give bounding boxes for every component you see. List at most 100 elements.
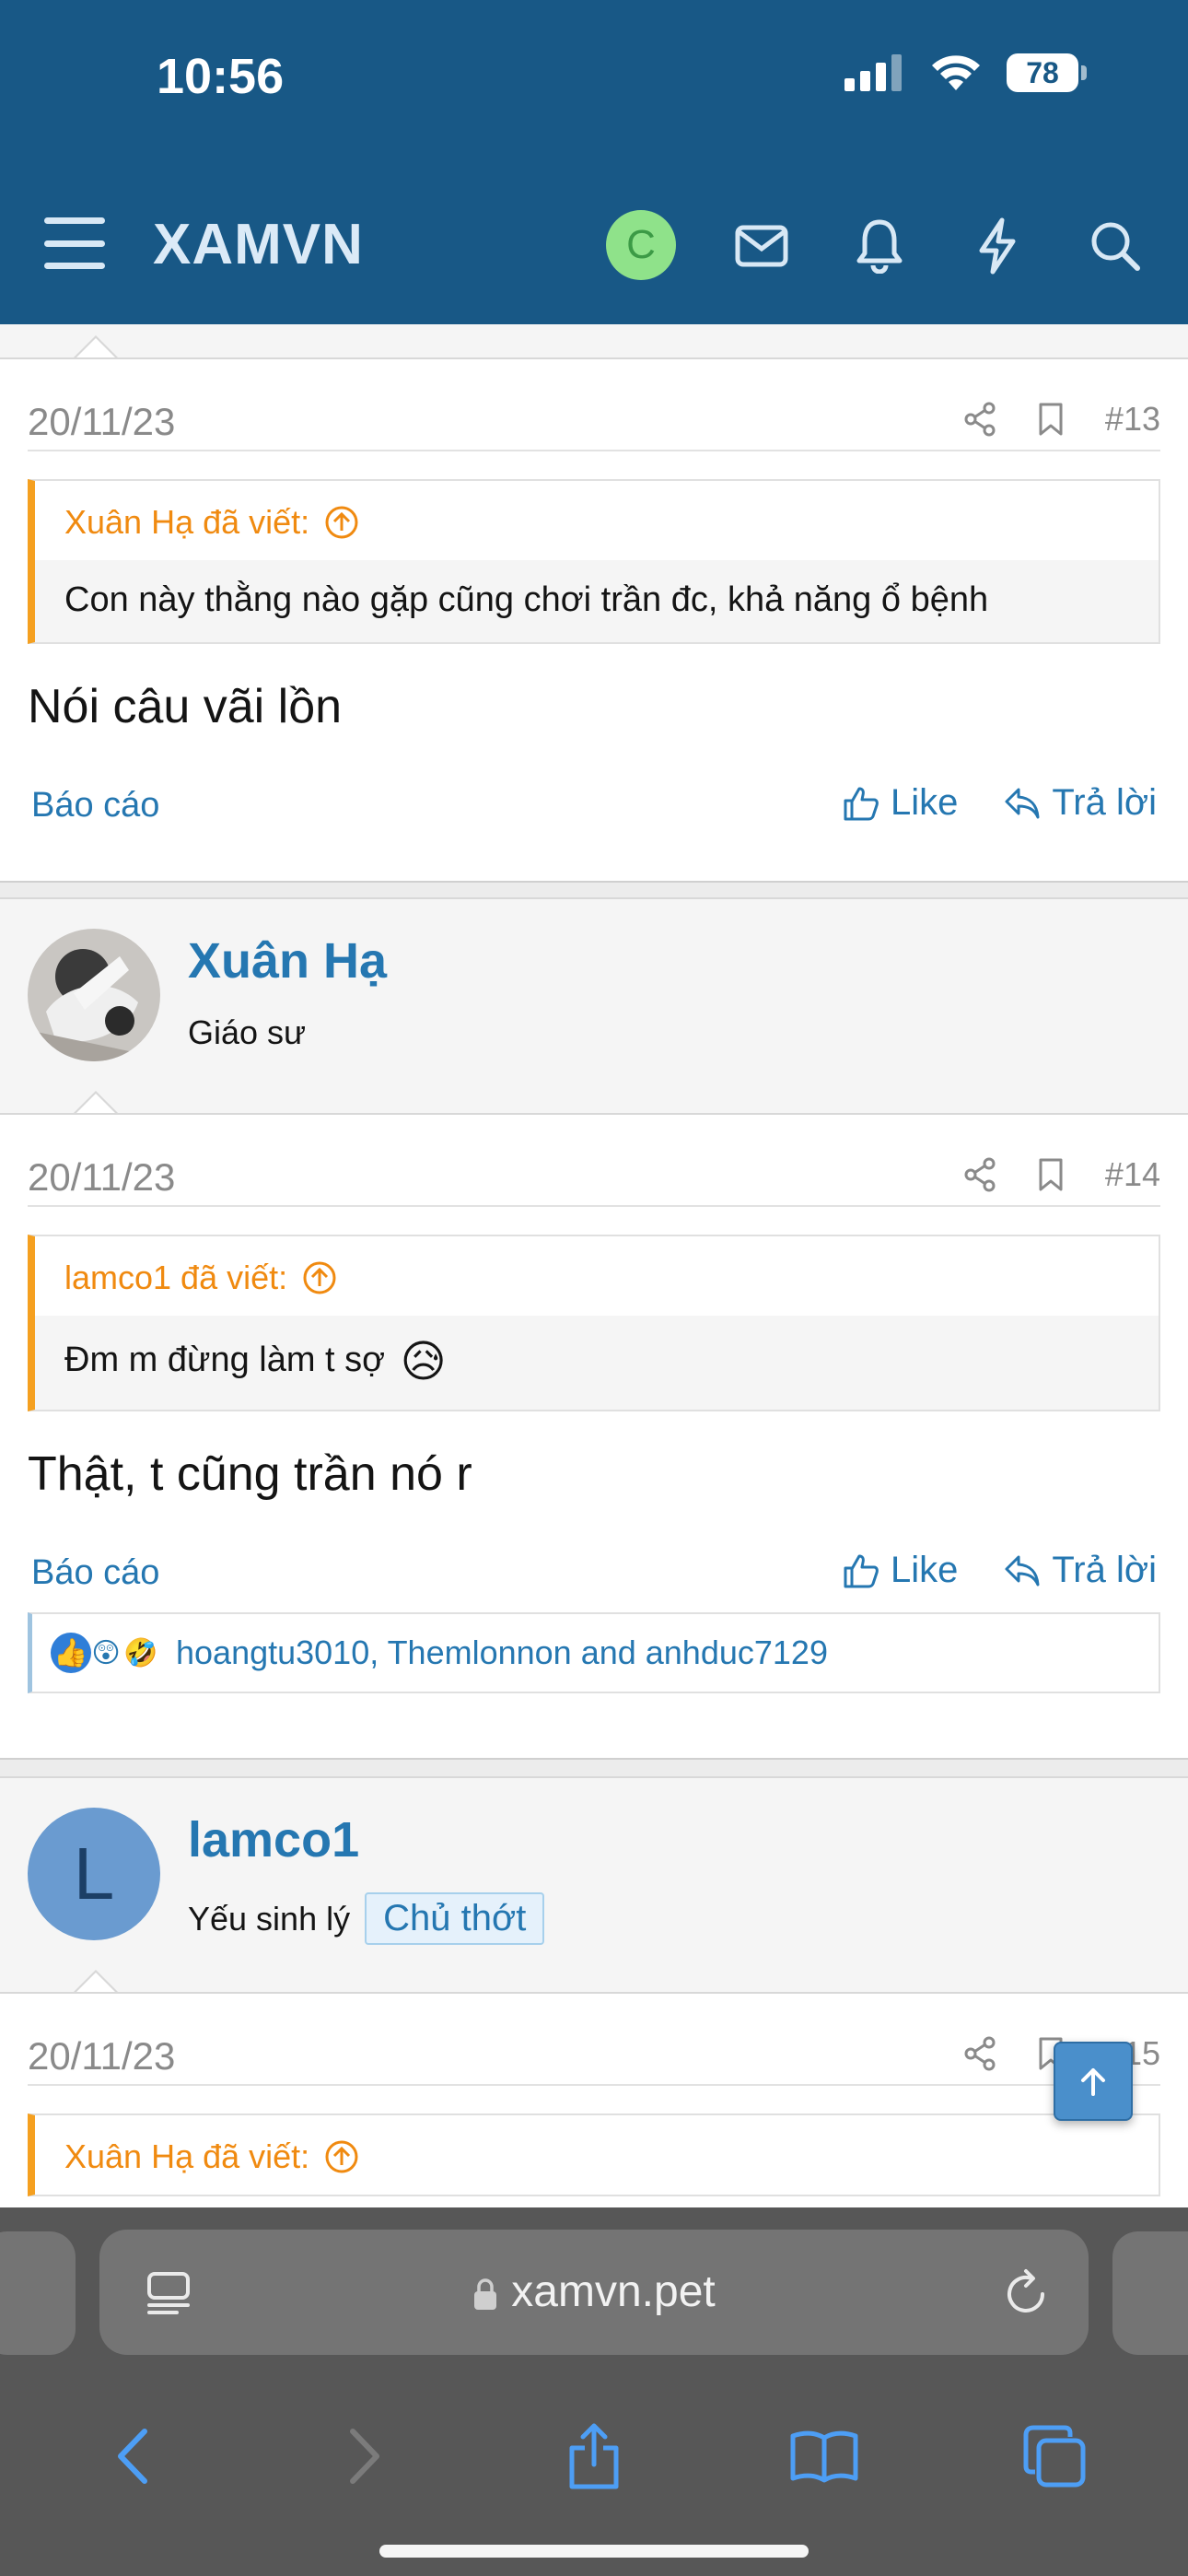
book-icon bbox=[790, 2430, 858, 2483]
post-date[interactable]: 20/11/23 bbox=[28, 400, 175, 444]
lightning-icon[interactable] bbox=[965, 214, 1030, 278]
thumbs-up-icon bbox=[844, 787, 879, 820]
user-title-text: Yếu sinh lý bbox=[188, 1899, 351, 1938]
haha-reaction-icon: 🤣 bbox=[123, 1637, 158, 1669]
post-separator bbox=[0, 881, 1188, 897]
reaction-icons: 👍 😲 🤣 bbox=[51, 1633, 158, 1673]
forward-button[interactable] bbox=[322, 2415, 405, 2498]
quote-text: Con này thằng nào gặp cũng chơi trần đc,… bbox=[35, 560, 1159, 642]
url-text: xamvn.pet bbox=[511, 2267, 716, 2316]
reply-icon bbox=[1005, 1555, 1040, 1586]
thread-starter-badge: Chủ thớt bbox=[365, 1892, 545, 1945]
bookmark-icon[interactable] bbox=[1037, 402, 1065, 437]
quote-block: Xuân Hạ đã viết: bbox=[28, 2113, 1160, 2196]
sad-emoji: 😥 bbox=[400, 1338, 447, 1387]
post-actions: Báo cáo Like Trả lời bbox=[31, 734, 1157, 845]
cellular-signal-icon bbox=[844, 54, 902, 91]
avatar[interactable]: L bbox=[28, 1808, 160, 1940]
thread-posts: 20/11/23 #13 Xuân Hạ đã viết: Con này th… bbox=[0, 324, 1188, 2268]
menu-icon[interactable] bbox=[44, 217, 105, 269]
quote-header[interactable]: Xuân Hạ đã viết: bbox=[35, 2115, 1159, 2195]
reload-icon[interactable] bbox=[1002, 2266, 1052, 2318]
post-tools: #13 bbox=[963, 400, 1160, 439]
top-header: 10:56 78 XAMVN C bbox=[0, 0, 1188, 324]
reply-button[interactable]: Trả lời bbox=[1004, 782, 1157, 824]
post-date[interactable]: 20/11/23 bbox=[28, 2034, 175, 2078]
avatar-letter: L bbox=[73, 1832, 115, 1914]
report-link[interactable]: Báo cáo bbox=[31, 1553, 159, 1593]
home-indicator[interactable] bbox=[379, 2545, 809, 2558]
wifi-icon bbox=[932, 55, 980, 90]
reply-label: Trả lời bbox=[1052, 782, 1157, 823]
mail-icon[interactable] bbox=[729, 214, 794, 278]
previous-tab-preview[interactable] bbox=[0, 2231, 76, 2355]
reactions-bar[interactable]: 👍 😲 🤣 hoangtu3010, Themlonnon and anhduc… bbox=[28, 1612, 1160, 1693]
user-title: Giáo sư bbox=[188, 1013, 306, 1052]
jump-up-icon[interactable] bbox=[324, 505, 359, 540]
avatar[interactable] bbox=[28, 929, 160, 1061]
user-title: Yếu sinh lý Chủ thớt bbox=[188, 1892, 545, 1945]
lock-icon bbox=[474, 2278, 497, 2311]
quote-author: Xuân Hạ đã viết: bbox=[64, 503, 310, 541]
post-number[interactable]: #14 bbox=[1105, 1155, 1160, 1194]
tabs-icon bbox=[1023, 2425, 1086, 2488]
browser-chrome: xamvn.pet bbox=[0, 2207, 1188, 2576]
bookmark-icon[interactable] bbox=[1037, 1157, 1065, 1192]
app-root: 10:56 78 XAMVN C 20/11/23 #13 Xuân Hạ đã… bbox=[0, 0, 1188, 2576]
quote-text-content: Đm m đừng làm t sợ bbox=[64, 1341, 386, 1380]
bookmarks-button[interactable] bbox=[783, 2415, 866, 2498]
post-number[interactable]: #13 bbox=[1105, 400, 1160, 439]
like-button[interactable]: Like bbox=[843, 1550, 958, 1591]
reply-label: Trả lời bbox=[1052, 1550, 1157, 1590]
share-icon[interactable] bbox=[963, 1157, 996, 1192]
user-block-xuan-ha: Xuân Hạ Giáo sư bbox=[0, 897, 1188, 1116]
search-icon[interactable] bbox=[1083, 214, 1147, 278]
share-icon[interactable] bbox=[963, 402, 996, 437]
post-text: Thật, t cũng trần nó r bbox=[28, 1447, 472, 1501]
post-meta: 20/11/23 #13 bbox=[28, 359, 1160, 451]
report-link[interactable]: Báo cáo bbox=[31, 786, 159, 825]
reply-button[interactable]: Trả lời bbox=[1004, 1550, 1157, 1591]
quote-header[interactable]: Xuân Hạ đã viết: bbox=[35, 481, 1159, 560]
thumbs-up-icon bbox=[844, 1554, 879, 1587]
post-text: Nói câu vãi lồn bbox=[28, 680, 343, 733]
quote-author: lamco1 đã viết: bbox=[64, 1259, 288, 1296]
share-icon[interactable] bbox=[963, 2036, 996, 2071]
status-time: 10:56 bbox=[157, 49, 285, 104]
jump-up-icon[interactable] bbox=[302, 1260, 337, 1295]
reply-icon bbox=[1005, 788, 1040, 818]
post-tools: #14 bbox=[963, 1155, 1160, 1194]
user-avatar[interactable]: C bbox=[606, 210, 676, 280]
user-name[interactable]: Xuân Hạ bbox=[188, 932, 387, 989]
quote-block: lamco1 đã viết: Đm m đừng làm t sợ 😥 bbox=[28, 1235, 1160, 1411]
quote-author: Xuân Hạ đã viết: bbox=[64, 2137, 310, 2175]
like-label: Like bbox=[890, 1550, 959, 1590]
chevron-right-icon bbox=[350, 2429, 379, 2484]
battery-indicator: 78 bbox=[1007, 53, 1087, 92]
post-13: 20/11/23 #13 Xuân Hạ đã viết: Con này th… bbox=[0, 357, 1188, 881]
status-icons: 78 bbox=[844, 53, 1087, 92]
share-up-icon bbox=[569, 2423, 619, 2489]
post-14: 20/11/23 #14 lamco1 đã viết: Đm m đừng l… bbox=[0, 1113, 1188, 1758]
like-label: Like bbox=[890, 782, 959, 823]
bell-icon[interactable] bbox=[847, 214, 912, 278]
tabs-button[interactable] bbox=[1013, 2415, 1096, 2498]
share-button[interactable] bbox=[553, 2415, 635, 2498]
user-name[interactable]: lamco1 bbox=[188, 1811, 359, 1868]
arrow-up-icon bbox=[1081, 2068, 1105, 2096]
post-meta: 20/11/23 #15 bbox=[28, 1994, 1160, 2086]
reactions-users[interactable]: hoangtu3010, Themlonnon and anhduc7129 bbox=[176, 1633, 828, 1672]
battery-level: 78 bbox=[1007, 53, 1078, 92]
next-tab-preview[interactable] bbox=[1112, 2231, 1188, 2355]
site-logo[interactable]: XAMVN bbox=[153, 212, 364, 277]
back-button[interactable] bbox=[92, 2415, 175, 2498]
chevron-left-icon bbox=[118, 2429, 147, 2484]
address-bar[interactable]: xamvn.pet bbox=[99, 2230, 1089, 2355]
like-button[interactable]: Like bbox=[843, 782, 958, 824]
post-separator bbox=[0, 1758, 1188, 1776]
post-date[interactable]: 20/11/23 bbox=[28, 1155, 175, 1200]
quote-header[interactable]: lamco1 đã viết: bbox=[35, 1236, 1159, 1316]
jump-up-icon[interactable] bbox=[324, 2139, 359, 2174]
user-block-partial bbox=[0, 324, 1188, 360]
scroll-top-button[interactable] bbox=[1054, 2042, 1133, 2121]
